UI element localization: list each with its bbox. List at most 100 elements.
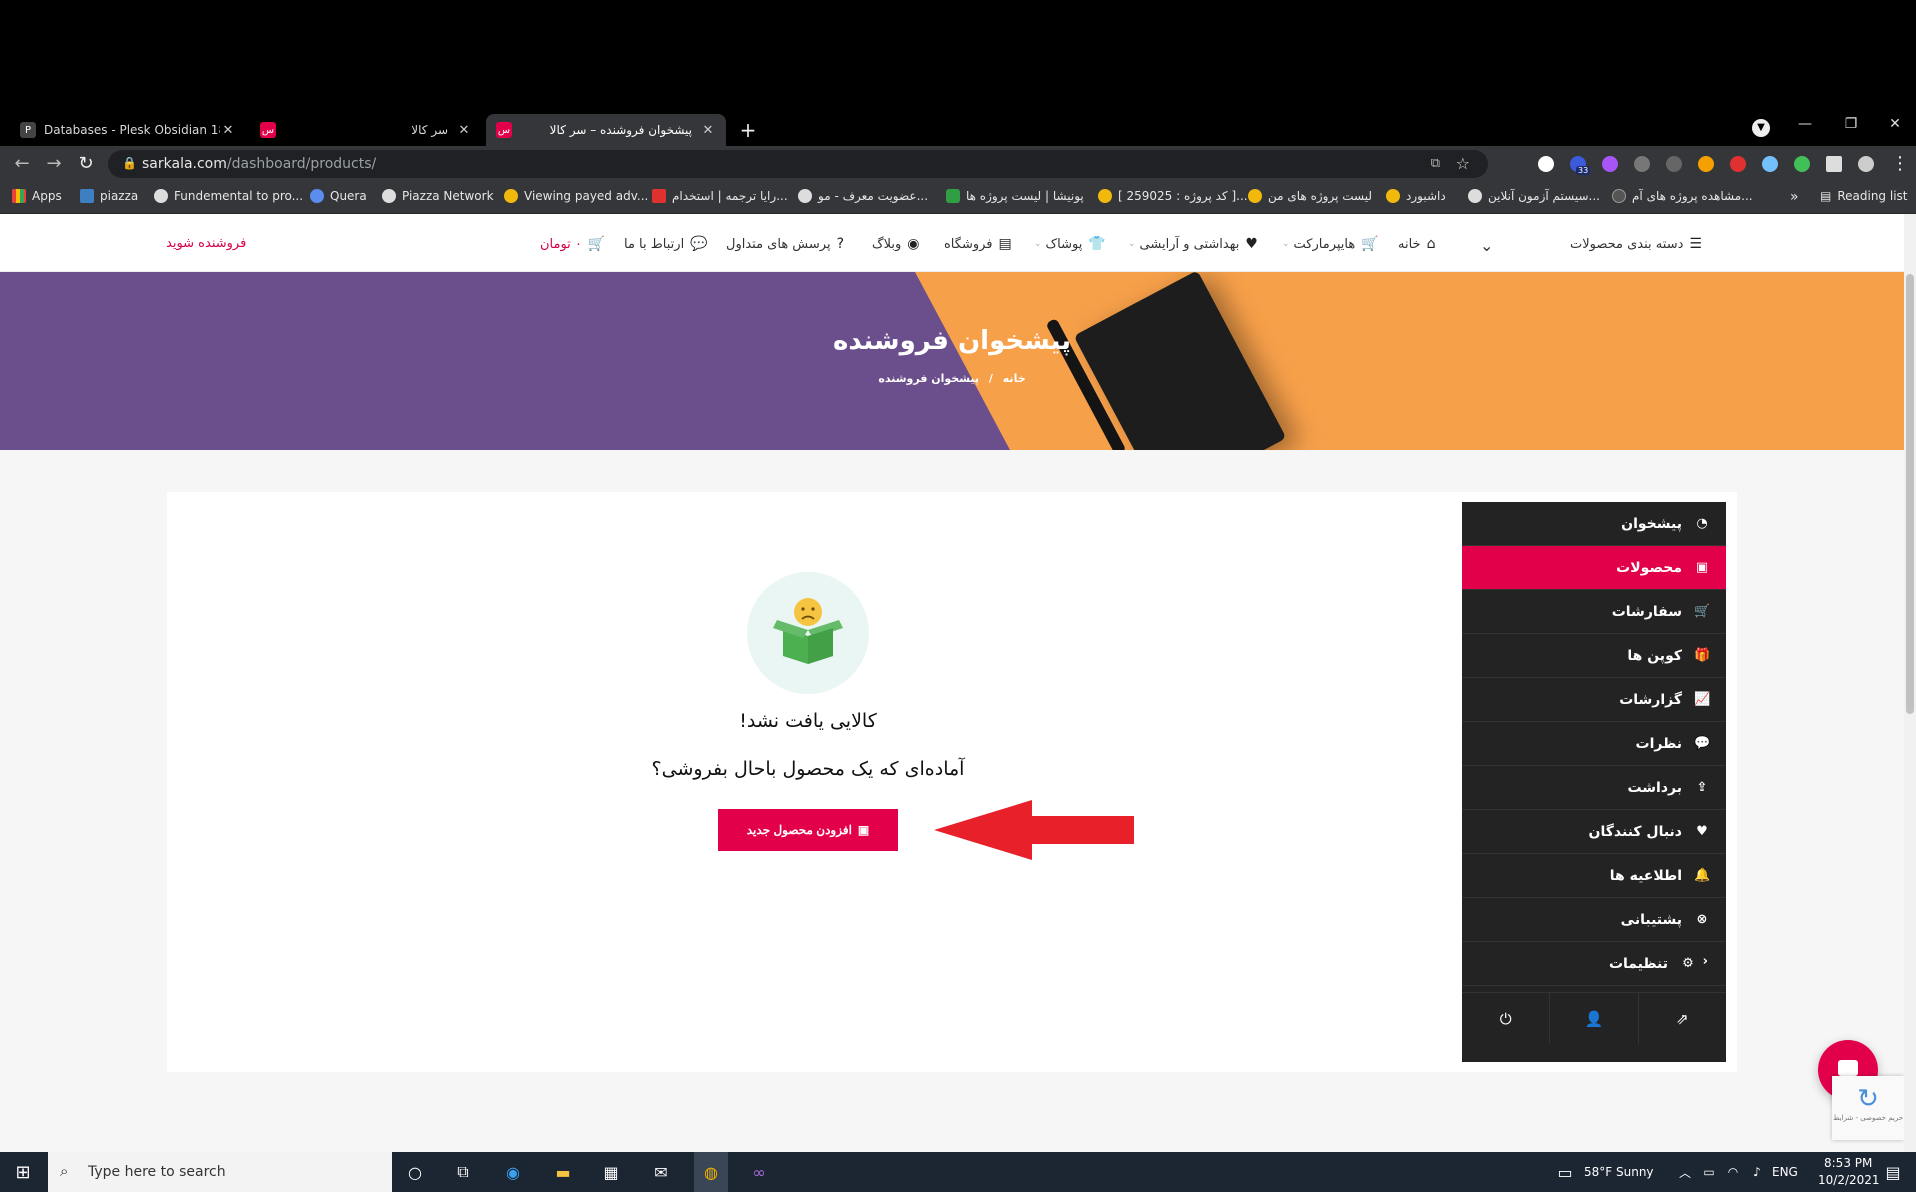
sidebar-item-reports[interactable]: گزارشات 📈 — [1462, 678, 1726, 722]
bookmark-my-projects[interactable]: لیست پروژه های من — [1248, 189, 1372, 203]
extension-orange-icon[interactable] — [1698, 156, 1714, 172]
bookmark-star-icon[interactable]: ☆ — [1456, 154, 1470, 173]
nav-faq[interactable]: ? پرسش های متداول — [726, 236, 844, 252]
taskbar-search[interactable]: ⌕ Type here to search — [48, 1152, 392, 1192]
bookmark-quera[interactable]: Quera — [310, 189, 367, 203]
notifications-icon[interactable]: ▤ — [1880, 1160, 1906, 1184]
extension-t-icon[interactable] — [1730, 156, 1746, 172]
wifi-icon[interactable]: ◠ — [1720, 1160, 1746, 1184]
nav-hypermarket[interactable]: 🛒 هایپرمارکت ⌄ — [1282, 236, 1379, 252]
mini-cart[interactable]: 🛒 ۰ تومان — [540, 236, 605, 252]
scrollbar-thumb[interactable] — [1906, 274, 1914, 714]
sidebar-item-announcements[interactable]: اطلاعیه ها 🔔 — [1462, 854, 1726, 898]
file-explorer-icon[interactable]: ▬ — [550, 1160, 576, 1184]
reading-list[interactable]: ▤ Reading list — [1820, 189, 1908, 203]
external-link-icon[interactable]: ⇗ — [1639, 993, 1726, 1044]
extensions-puzzle-icon[interactable] — [1826, 156, 1842, 172]
bookmark-viewing-payed[interactable]: Viewing payed adv... — [504, 189, 648, 203]
tab-sarkala[interactable]: س سر کالا ✕ — [250, 114, 482, 146]
extension-badge-icon[interactable]: 33 — [1570, 156, 1591, 175]
drive-icon[interactable] — [1794, 156, 1810, 172]
weather-text[interactable]: 58°F Sunny — [1584, 1165, 1654, 1179]
extension-move-icon[interactable] — [1666, 156, 1682, 172]
chevron-down-icon[interactable]: ⌄ — [1480, 236, 1493, 255]
visual-studio-icon[interactable]: ∞ — [746, 1160, 772, 1184]
categories-menu[interactable]: ☰ دسته بندی محصولات — [1570, 236, 1702, 252]
store-icon[interactable]: ▦ — [598, 1160, 624, 1184]
profile-icon[interactable] — [1858, 156, 1874, 172]
bookmark-ponisha[interactable]: پونیشا | لیست پروژه ها — [946, 189, 1084, 203]
become-seller-link[interactable]: فروشنده شوید — [166, 236, 246, 251]
new-tab-button[interactable]: + — [734, 114, 762, 146]
sidebar-item-coupons[interactable]: کوپن ها 🎁 — [1462, 634, 1726, 678]
volume-icon[interactable]: ♪ — [1744, 1160, 1770, 1184]
menu-kebab-icon[interactable]: ⋮ — [1888, 154, 1912, 174]
extension-color-icon[interactable] — [1602, 156, 1618, 172]
bookmark-online-exam[interactable]: سیستم آزمون آنلاین... — [1468, 189, 1600, 203]
battery-icon[interactable]: ▭ — [1696, 1160, 1722, 1184]
sidebar-item-support[interactable]: پشتیبانی ⊗ — [1462, 898, 1726, 942]
back-icon[interactable]: ← — [10, 154, 34, 174]
bookmark-raya[interactable]: رایا ترجمه | استخدام... — [652, 189, 788, 203]
bookmarks-bar: Apps piazza Fundemental to pro... Quera … — [0, 182, 1916, 214]
bookmark-piazza[interactable]: piazza — [80, 189, 138, 203]
close-icon[interactable]: ✕ — [700, 123, 716, 138]
language-indicator[interactable]: ENG — [1772, 1165, 1798, 1179]
nav-blog[interactable]: ◉ وبلاگ — [872, 236, 920, 252]
nav-label: وبلاگ — [872, 236, 902, 252]
restore-icon[interactable]: ❐ — [1836, 116, 1866, 132]
minimize-icon[interactable]: — — [1790, 116, 1820, 132]
sidebar-item-followers[interactable]: دنبال کنندگان ♥ — [1462, 810, 1726, 854]
tray-chevron-up-icon[interactable]: ︿ — [1672, 1160, 1698, 1184]
forward-icon[interactable]: → — [42, 154, 66, 174]
add-new-product-button[interactable]: ▣ افزودن محصول جدید — [718, 809, 898, 851]
reload-icon[interactable]: ↻ — [74, 154, 98, 174]
close-window-icon[interactable]: ✕ — [1880, 116, 1910, 132]
bookmark-apps[interactable]: Apps — [12, 189, 62, 203]
sidebar-item-products[interactable]: محصولات ▣ — [1462, 546, 1726, 590]
piazza-icon — [80, 189, 94, 203]
clock-time[interactable]: 8:53 PM — [1824, 1156, 1872, 1170]
bookmarks-overflow[interactable]: » — [1790, 189, 1799, 205]
bookmark-membership[interactable]: عضویت معرف - مو... — [798, 189, 928, 203]
sidebar-item-orders[interactable]: سفارشات 🛒 — [1462, 590, 1726, 634]
translate-icon[interactable]: ⧉ — [1431, 156, 1440, 171]
ponisha-icon — [946, 189, 960, 203]
clock-date[interactable]: 10/2/2021 — [1818, 1173, 1880, 1187]
nav-home[interactable]: ⌂ خانه — [1398, 236, 1435, 252]
close-icon[interactable]: ✕ — [456, 123, 472, 138]
bookmark-dashboard[interactable]: داشبورد — [1386, 189, 1446, 203]
power-logout-icon[interactable]: ⏻ — [1462, 993, 1551, 1044]
extension-g-icon[interactable] — [1538, 156, 1554, 172]
user-profile-icon[interactable]: 👤 — [1550, 993, 1639, 1044]
sidebar-item-withdraw[interactable]: برداشت ⇪ — [1462, 766, 1726, 810]
sidebar-item-dashboard[interactable]: پیشخوان ◔ — [1462, 502, 1726, 546]
nav-clothing[interactable]: 👕 پوشاک ⌄ — [1034, 236, 1106, 252]
bookmark-fundemental[interactable]: Fundemental to pro... — [154, 189, 303, 203]
tab-dashboard[interactable]: س پیشخوان فروشنده – سر کالا ✕ — [486, 114, 726, 146]
bookmark-piazza-network[interactable]: Piazza Network — [382, 189, 494, 203]
chrome-icon[interactable]: ◍ — [694, 1152, 728, 1192]
bookmark-view-projects[interactable]: مشاهده پروژه های آم... — [1612, 189, 1753, 203]
edge-icon[interactable]: ◉ — [500, 1160, 526, 1184]
nav-health[interactable]: ♥ بهداشتی و آرایشی ⌄ — [1128, 236, 1258, 252]
task-view-icon[interactable]: ⧉ — [450, 1160, 476, 1184]
sidebar-item-settings[interactable]: تنظیمات ⚙ › — [1462, 942, 1726, 986]
sidebar-item-reviews[interactable]: نظرات 💬 — [1462, 722, 1726, 766]
tab-plesk[interactable]: P Databases - Plesk Obsidian 18.0. ✕ — [10, 114, 246, 146]
windows-start-icon[interactable]: ⊞ — [10, 1160, 36, 1184]
tab-search-icon[interactable]: ▼ — [1746, 118, 1776, 137]
cortana-icon[interactable]: ○ — [402, 1160, 428, 1184]
breadcrumb-home[interactable]: خانه — [1003, 372, 1026, 385]
bookmark-label: عضویت معرف - مو... — [818, 189, 929, 203]
bookmark-label: لیست پروژه های من — [1268, 189, 1372, 203]
nav-contact[interactable]: 💬 ارتباط با ما — [624, 236, 708, 252]
address-bar[interactable]: 🔒 sarkala.com/dashboard/products/ ⧉ ☆ — [108, 150, 1488, 178]
close-icon[interactable]: ✕ — [220, 123, 236, 138]
page-scrollbar[interactable] — [1904, 214, 1916, 1152]
nav-shop[interactable]: ▤ فروشگاه — [944, 236, 1012, 252]
extension-tool-icon[interactable] — [1634, 156, 1650, 172]
extension-chrome-icon[interactable] — [1762, 156, 1778, 172]
bookmark-project-code[interactable]: [ کد پروژه : 259025 ]... — [1098, 189, 1248, 203]
mail-icon[interactable]: ✉ — [648, 1160, 674, 1184]
